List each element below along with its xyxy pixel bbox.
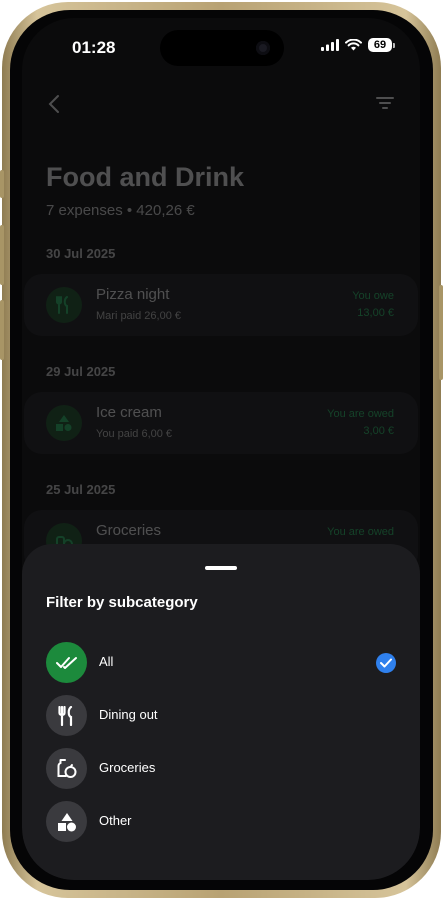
shapes-icon <box>46 405 82 441</box>
screen: 01:28 69 Food and Drink 7 expenses • 420… <box>22 18 420 880</box>
fork-knife-icon <box>46 287 82 323</box>
filter-option-label: Groceries <box>99 760 156 775</box>
filter-button[interactable] <box>376 96 394 115</box>
expense-paid: Mari paid 26,00 € <box>96 310 181 322</box>
filter-option-label: Dining out <box>99 707 158 722</box>
filter-option-label: Other <box>99 813 132 828</box>
filter-option-dining-out[interactable]: Dining out <box>46 695 398 737</box>
expense-name: Pizza night <box>96 286 170 303</box>
filter-option-other[interactable]: Other <box>46 801 398 843</box>
groceries-icon <box>46 748 87 789</box>
date-header: 29 Jul 2025 <box>46 364 116 379</box>
back-button[interactable] <box>48 94 60 119</box>
expense-amount: 13,00 € <box>357 307 394 319</box>
filter-icon <box>376 97 394 109</box>
power-button <box>439 285 443 380</box>
page-subtitle: 7 expenses • 420,26 € <box>46 202 195 219</box>
expense-card[interactable]: Ice cream You paid 6,00 € You are owed 3… <box>24 392 418 454</box>
sheet-drag-handle[interactable] <box>205 566 237 570</box>
expense-status: You are owed <box>327 526 394 538</box>
expense-status: You are owed <box>327 408 394 420</box>
date-header: 25 Jul 2025 <box>46 482 116 497</box>
expense-name: Ice cream <box>96 404 162 421</box>
page-title: Food and Drink <box>46 162 244 192</box>
expense-amount: 3,00 € <box>363 425 394 437</box>
sheet-title: Filter by subcategory <box>46 594 198 611</box>
mute-switch <box>0 170 4 198</box>
date-header: 30 Jul 2025 <box>46 246 116 261</box>
expense-card[interactable]: Pizza night Mari paid 26,00 € You owe 13… <box>24 274 418 336</box>
filter-option-groceries[interactable]: Groceries <box>46 748 398 790</box>
chevron-left-icon <box>48 95 59 113</box>
double-check-icon <box>46 642 87 683</box>
expense-status: You owe <box>352 290 394 302</box>
filter-option-all[interactable]: All <box>46 642 398 684</box>
filter-bottom-sheet: Filter by subcategory All Dining out Gro… <box>22 544 420 880</box>
volume-up-button <box>0 225 4 285</box>
shapes-icon <box>46 801 87 842</box>
expense-name: Groceries <box>96 522 162 539</box>
selected-check-icon <box>376 653 396 673</box>
volume-down-button <box>0 300 4 360</box>
expense-paid: You paid 6,00 € <box>96 428 173 440</box>
fork-knife-icon <box>46 695 87 736</box>
filter-option-label: All <box>99 654 114 669</box>
